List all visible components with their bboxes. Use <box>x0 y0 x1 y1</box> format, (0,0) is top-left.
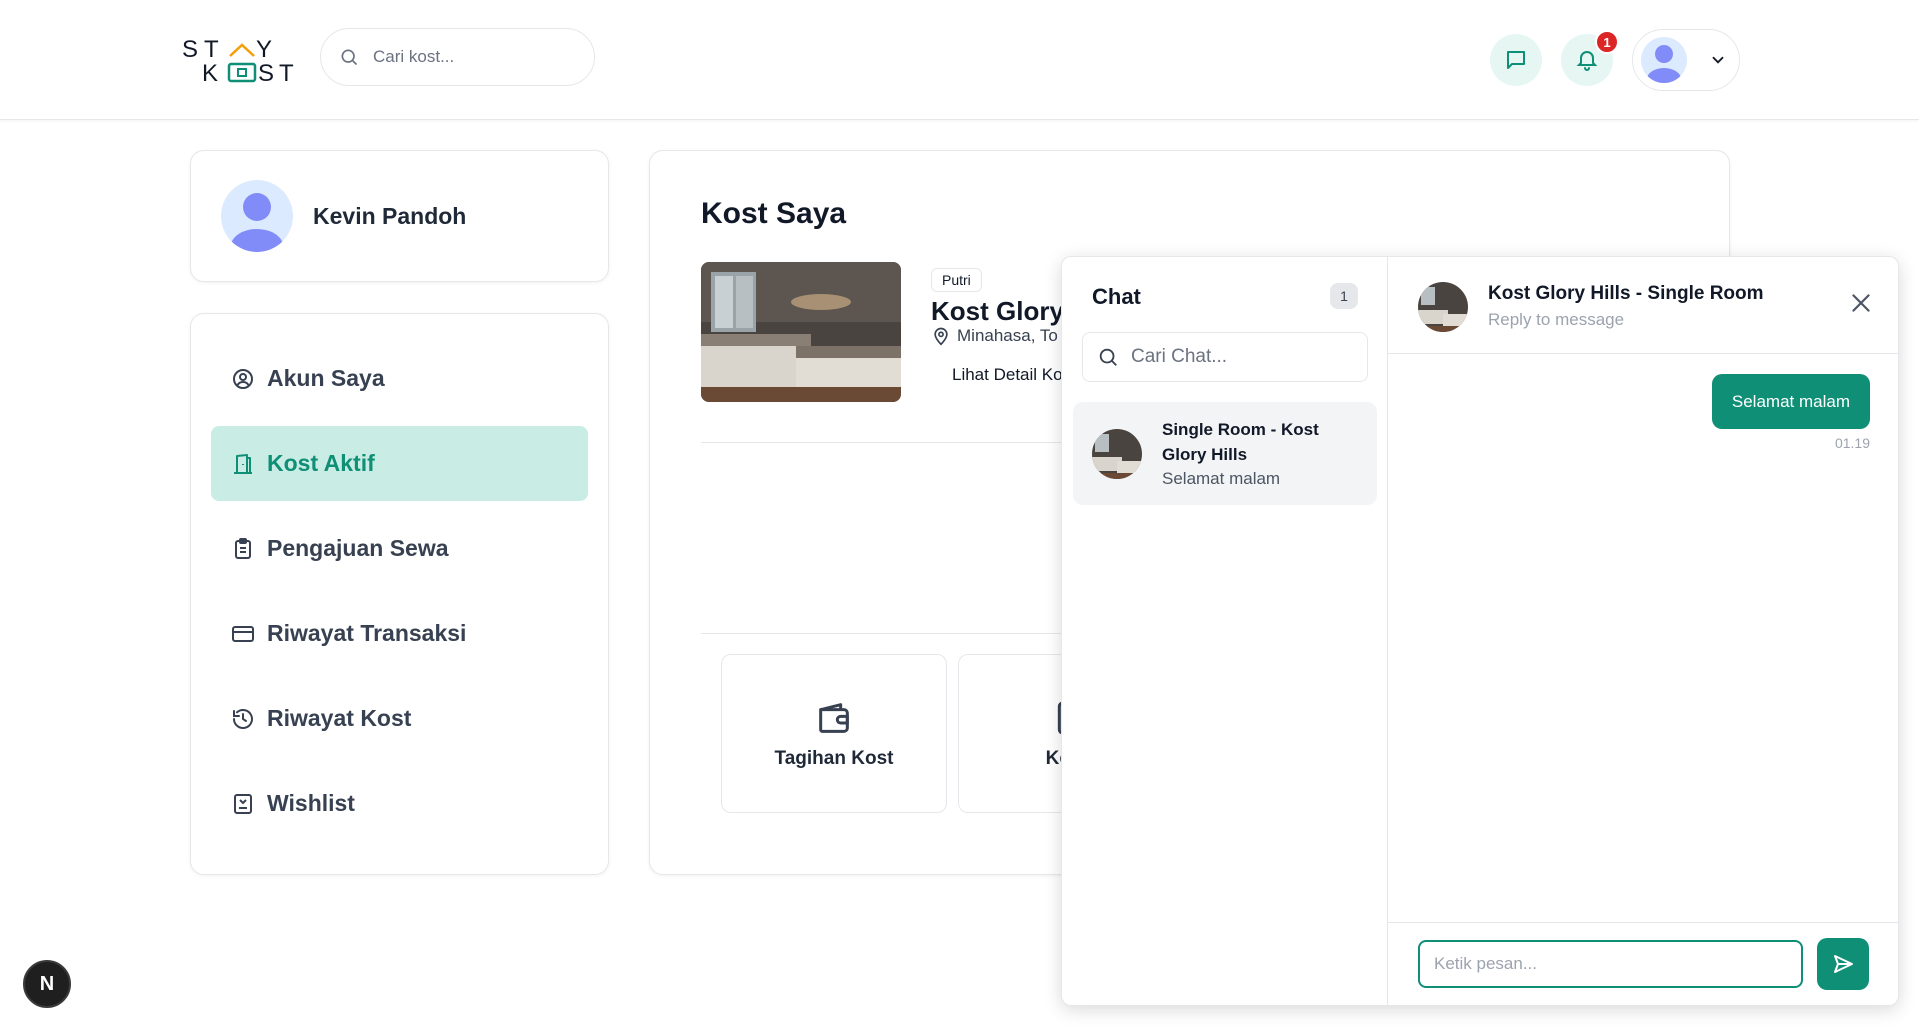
profile-menu-button[interactable] <box>1632 29 1740 91</box>
notification-count-badge: 1 <box>1595 30 1619 54</box>
svg-text:K: K <box>202 60 218 86</box>
svg-text:Y: Y <box>256 36 272 63</box>
kost-photo[interactable] <box>701 262 901 402</box>
sidebar-item-label: Pengajuan Sewa <box>267 535 449 561</box>
close-icon[interactable] <box>1848 290 1874 316</box>
profile-name: Kevin Pandoh <box>313 202 467 229</box>
profile-card: Kevin Pandoh <box>190 150 609 282</box>
top-navbar: ST Y K ST 1 <box>0 0 1919 120</box>
send-icon <box>1831 952 1855 976</box>
credit-card-icon <box>231 622 255 646</box>
sidebar-item-label: Akun Saya <box>267 365 385 391</box>
page-title: Kost Saya <box>701 197 847 230</box>
bell-icon <box>1575 48 1599 72</box>
conversation-name: Single Room - Kost Glory Hills <box>1162 419 1319 464</box>
logo-icon: ST Y K ST <box>182 36 299 87</box>
history-icon <box>231 707 255 731</box>
conversation-subtitle: Reply to message <box>1488 310 1625 329</box>
chat-list: Chat 1 Single Room - Kost Glory Hills Se… <box>1062 257 1388 1005</box>
wallet-icon <box>814 698 854 738</box>
message-bubble: Selamat malam <box>1711 374 1870 429</box>
conversation-last-message: Selamat malam <box>1162 468 1281 488</box>
dev-tools-badge[interactable]: N <box>23 960 71 1008</box>
header-search[interactable] <box>320 28 595 86</box>
message-input[interactable] <box>1418 940 1803 988</box>
chat-count-badge: 1 <box>1330 283 1358 309</box>
chat-button[interactable] <box>1490 34 1542 86</box>
conversation-header: Kost Glory Hills - Single Room Reply to … <box>1388 257 1898 354</box>
map-pin-icon <box>931 326 951 346</box>
sidebar-menu: Akun Saya Kost Aktif Pengajuan Sewa Riwa… <box>190 313 609 875</box>
sidebar-item-label: Kost Aktif <box>267 450 375 476</box>
detail-kost-link[interactable]: Lihat Detail Ko <box>952 365 1063 385</box>
notification-button[interactable]: 1 <box>1561 30 1619 86</box>
sidebar-item-wishlist[interactable]: Wishlist <box>211 766 588 841</box>
conversation-title: Kost Glory Hills - Single Room <box>1488 283 1764 304</box>
conversation-avatar <box>1092 428 1142 479</box>
sidebar-item-pengajuan-sewa[interactable]: Pengajuan Sewa <box>211 511 588 586</box>
svg-text:ST: ST <box>258 60 299 86</box>
tagihan-kost-button[interactable]: Tagihan Kost <box>721 654 947 813</box>
action-label: Tagihan Kost <box>774 747 894 769</box>
kost-location: Minahasa, To <box>931 326 1058 346</box>
search-icon <box>1097 346 1119 368</box>
search-icon <box>339 47 359 67</box>
conversation-avatar <box>1418 282 1468 332</box>
chat-search[interactable] <box>1082 332 1368 382</box>
clipboard-icon <box>231 537 255 561</box>
search-input[interactable] <box>373 47 573 67</box>
kost-location-text: Minahasa, To <box>957 326 1058 345</box>
message-composer <box>1388 922 1898 1005</box>
bookmark-icon <box>231 792 255 816</box>
sidebar-item-akun-saya[interactable]: Akun Saya <box>211 341 588 416</box>
chevron-down-icon <box>1709 51 1727 69</box>
chat-search-input[interactable] <box>1131 346 1351 368</box>
send-button[interactable] <box>1817 938 1869 990</box>
avatar <box>1641 37 1687 83</box>
chat-bubble-icon <box>1504 48 1528 72</box>
sidebar-item-riwayat-kost[interactable]: Riwayat Kost <box>211 681 588 756</box>
chat-list-title: Chat <box>1092 284 1141 309</box>
sidebar-item-label: Riwayat Kost <box>267 705 412 731</box>
sidebar-item-kost-aktif[interactable]: Kost Aktif <box>211 426 588 501</box>
svg-text:ST: ST <box>182 36 225 63</box>
message-time: 01.19 <box>1834 435 1870 451</box>
building-door-icon <box>231 452 255 476</box>
chat-conversation: Kost Glory Hills - Single Room Reply to … <box>1388 257 1898 1005</box>
sidebar-item-label: Riwayat Transaksi <box>267 620 467 646</box>
kost-name: Kost Glory <box>931 296 1064 326</box>
user-circle-icon <box>231 367 255 391</box>
avatar <box>221 180 293 252</box>
sidebar-item-riwayat-transaksi[interactable]: Riwayat Transaksi <box>211 596 588 671</box>
staykost-logo[interactable]: ST Y K ST <box>180 36 300 87</box>
chat-panel: Chat 1 Single Room - Kost Glory Hills Se… <box>1061 256 1899 1006</box>
sidebar-item-label: Wishlist <box>267 790 355 816</box>
conversation-item[interactable]: Single Room - Kost Glory Hills Selamat m… <box>1073 402 1377 505</box>
kost-type-tag: Putri <box>931 268 982 292</box>
